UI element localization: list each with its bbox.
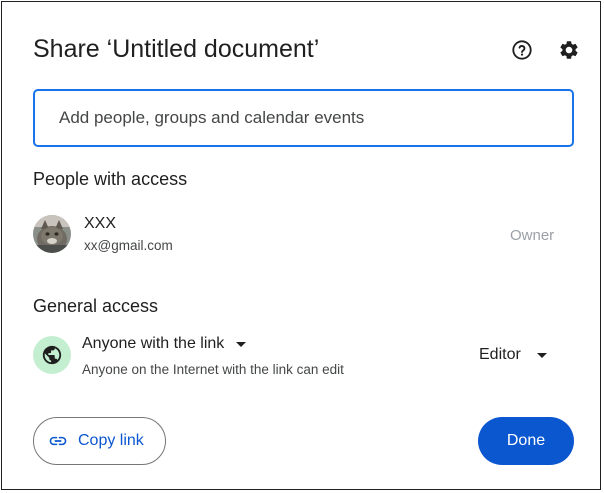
globe-icon	[33, 336, 71, 374]
role-label: Editor	[479, 346, 521, 363]
share-dialog: Share ‘Untitled document’ People with ac…	[1, 1, 601, 490]
copy-link-label: Copy link	[78, 432, 144, 449]
copy-link-button[interactable]: Copy link	[33, 417, 166, 465]
gear-icon[interactable]	[557, 38, 581, 62]
person-email: xx@gmail.com	[84, 238, 173, 253]
people-with-access-heading: People with access	[33, 169, 188, 189]
add-people-input[interactable]	[57, 107, 572, 129]
role-dropdown[interactable]: Editor	[479, 346, 547, 364]
owner-role-label: Owner	[510, 227, 555, 244]
dialog-title: Share ‘Untitled document’	[33, 35, 320, 63]
add-people-field[interactable]	[33, 89, 574, 147]
avatar	[33, 215, 71, 253]
general-access-description: Anyone on the Internet with the link can…	[82, 362, 344, 377]
general-access-dropdown[interactable]: Anyone with the link	[82, 335, 247, 353]
done-button[interactable]: Done	[478, 417, 574, 465]
person-name: XXX	[84, 215, 117, 232]
caret-down-icon	[236, 341, 247, 347]
caret-down-icon	[536, 352, 547, 358]
link-icon	[48, 431, 68, 451]
general-access-heading: General access	[33, 296, 159, 316]
help-icon[interactable]	[510, 38, 534, 62]
general-access-label: Anyone with the link	[82, 335, 225, 352]
